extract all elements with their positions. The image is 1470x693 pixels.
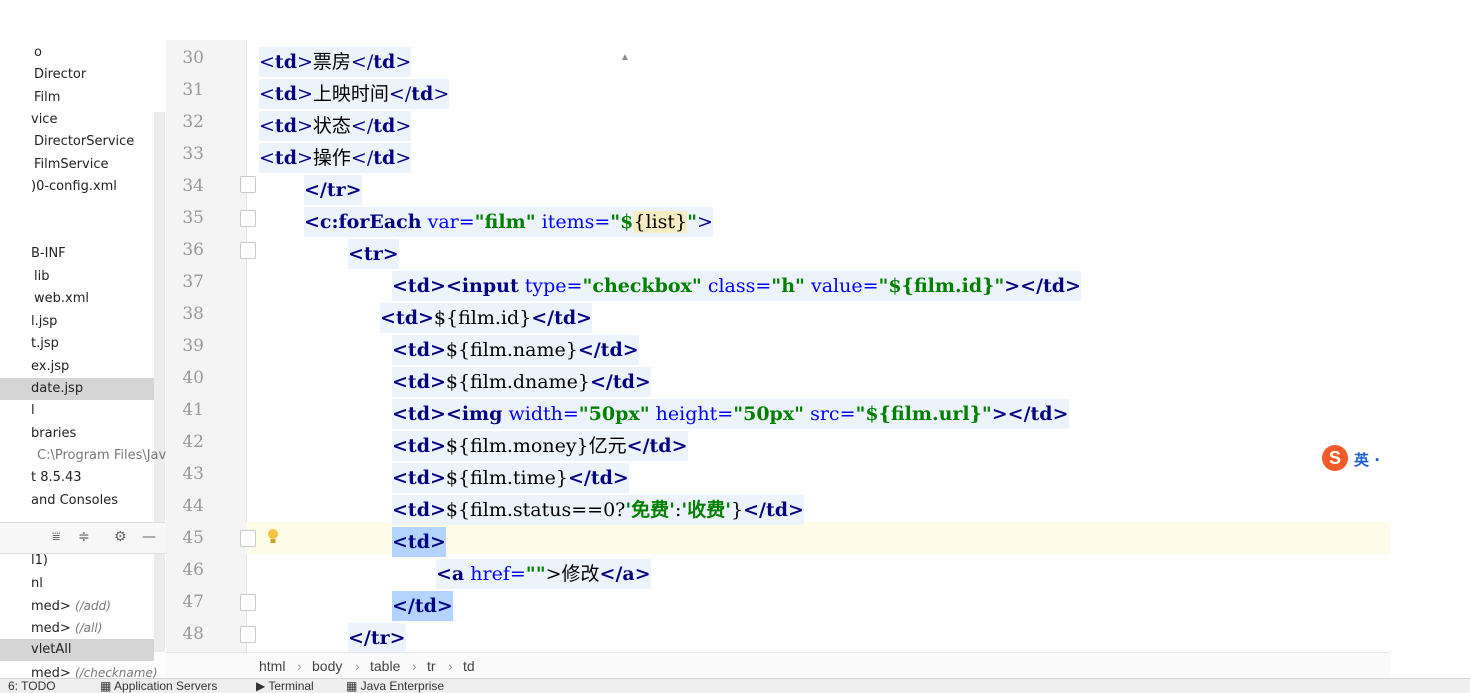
line-number: 32 — [182, 112, 204, 132]
code-line-45: <td> — [392, 527, 446, 557]
line-number: 47 — [182, 592, 204, 612]
project-item-selected[interactable]: date.jsp — [0, 378, 154, 400]
servlet-item[interactable]: med> (/all) — [31, 617, 102, 639]
project-panel: o Director Film vice DirectorService Fil… — [0, 40, 167, 680]
servlet-item[interactable]: med> (/add) — [31, 595, 111, 617]
scroll-marker-icon: ▲ — [620, 52, 630, 63]
line-number: 35 — [182, 208, 204, 228]
line-number: 43 — [182, 464, 204, 484]
code-line-31: <td>上映时间</td> — [259, 79, 450, 109]
minimize-icon[interactable]: — — [142, 529, 156, 545]
chevron-right-icon: › — [297, 658, 302, 674]
code-line-34: </tr> — [304, 175, 362, 205]
lightbulb-icon[interactable] — [266, 528, 280, 546]
servlet-item[interactable]: l1) — [31, 550, 48, 572]
fold-marker[interactable] — [240, 594, 256, 611]
code-line-42: <td>${film.money}亿元</td> — [392, 431, 688, 461]
code-line-36: <tr> — [348, 239, 399, 269]
line-number: 42 — [182, 432, 204, 452]
fold-marker[interactable] — [240, 210, 256, 227]
servlet-item[interactable]: nl — [31, 573, 43, 595]
chevron-right-icon: › — [448, 658, 453, 674]
project-item[interactable]: vice — [31, 109, 57, 131]
fold-marker[interactable] — [240, 242, 256, 259]
project-item[interactable]: braries — [31, 423, 76, 445]
collapse-all-icon[interactable]: ≑ — [78, 529, 90, 545]
ime-language-label: 英 · — [1354, 451, 1380, 469]
ime-indicator[interactable]: S 英 · — [1322, 445, 1390, 473]
code-line-32: <td>状态</td> — [259, 111, 412, 141]
project-item[interactable]: Film — [34, 87, 60, 109]
line-number: 45 — [182, 528, 204, 548]
chevron-right-icon: › — [355, 658, 360, 674]
project-item[interactable]: lib — [34, 266, 49, 288]
project-item[interactable]: DirectorService — [34, 131, 134, 153]
terminal-icon: ▶ — [256, 679, 269, 693]
sogou-logo-icon: S — [1322, 445, 1348, 471]
line-number: 46 — [182, 560, 204, 580]
application-servers-tab[interactable]: ▦ Application Servers — [100, 679, 217, 693]
line-number: 30 — [182, 48, 204, 68]
code-line-39: <td>${film.name}</td> — [392, 335, 639, 365]
code-editor[interactable]: 30 31 32 33 34 35 36 37 38 39 40 41 42 4… — [166, 40, 1390, 653]
project-item[interactable]: Director — [34, 64, 86, 86]
breadcrumb-item[interactable]: tr — [427, 653, 436, 679]
project-item[interactable]: o — [34, 42, 42, 64]
terminal-tab[interactable]: ▶ Terminal — [256, 679, 314, 693]
line-number: 37 — [182, 272, 204, 292]
line-number: 41 — [182, 400, 204, 420]
breadcrumb-item[interactable]: td — [463, 653, 475, 679]
line-number: 39 — [182, 336, 204, 356]
code-line-46: <a href="">修改</a> — [436, 559, 651, 589]
project-item[interactable]: ex.jsp — [31, 356, 69, 378]
services-toolbar: ⩸ ≑ ⚙ — — [0, 522, 166, 554]
project-item[interactable]: l — [31, 400, 35, 422]
project-item[interactable]: B-INF — [31, 243, 66, 265]
code-line-37: <td><input type="checkbox" class="h" val… — [392, 271, 1081, 301]
code-line-47: </td> — [392, 591, 453, 621]
line-number: 44 — [182, 496, 204, 516]
breadcrumb-item[interactable]: html — [259, 653, 285, 679]
line-number: 31 — [182, 80, 204, 100]
breadcrumb: html › body › table › tr › td — [166, 652, 1390, 679]
code-line-38: <td>${film.id}</td> — [380, 303, 593, 333]
project-item[interactable]: t.jsp — [31, 333, 59, 355]
code-line-30: <td>票房</td> — [259, 47, 412, 77]
line-number: 48 — [182, 624, 204, 644]
fold-marker[interactable] — [240, 530, 256, 547]
server-icon: ▦ — [100, 679, 115, 693]
project-item[interactable]: )0-config.xml — [31, 176, 117, 198]
line-number: 38 — [182, 304, 204, 324]
project-item[interactable]: and Consoles — [31, 490, 118, 512]
project-scrollbar[interactable] — [154, 112, 165, 652]
code-line-40: <td>${film.dname}</td> — [392, 367, 651, 397]
code-line-33: <td>操作</td> — [259, 143, 412, 173]
chevron-right-icon: › — [412, 658, 417, 674]
fold-marker[interactable] — [240, 626, 256, 643]
line-number: 36 — [182, 240, 204, 260]
project-item[interactable]: FilmService — [34, 154, 108, 176]
breadcrumb-item[interactable]: body — [312, 653, 342, 679]
line-number: 33 — [182, 144, 204, 164]
java-enterprise-icon: ▦ — [346, 679, 361, 693]
project-item[interactable]: web.xml — [34, 288, 89, 310]
project-item[interactable]: C:\Program Files\Java — [37, 445, 166, 467]
todo-tab[interactable]: 6: TODO — [8, 679, 56, 693]
expand-all-icon[interactable]: ⩸ — [52, 529, 61, 545]
java-enterprise-tab[interactable]: ▦ Java Enterprise — [346, 679, 444, 693]
line-number: 34 — [182, 176, 204, 196]
fold-marker[interactable] — [240, 176, 256, 193]
project-item[interactable]: t 8.5.43 — [31, 467, 82, 489]
code-line-43: <td>${film.time}</td> — [392, 463, 629, 493]
line-number: 40 — [182, 368, 204, 388]
breadcrumb-item[interactable]: table — [370, 653, 400, 679]
project-item[interactable]: l.jsp — [31, 311, 57, 333]
servlet-item-selected[interactable]: vletAll — [0, 639, 154, 661]
code-line-48: </tr> — [348, 623, 406, 653]
code-line-41: <td><img width="50px" height="50px" src=… — [392, 399, 1069, 429]
gear-icon[interactable]: ⚙ — [114, 529, 127, 545]
code-line-35: <c:forEach var="film" items="${list}"> — [304, 207, 713, 237]
code-line-44: <td>${film.status==0?'免费':'收费'}</td> — [392, 495, 804, 525]
tool-window-bar: 6: TODO ▦ Application Servers ▶ Terminal… — [0, 678, 1470, 693]
